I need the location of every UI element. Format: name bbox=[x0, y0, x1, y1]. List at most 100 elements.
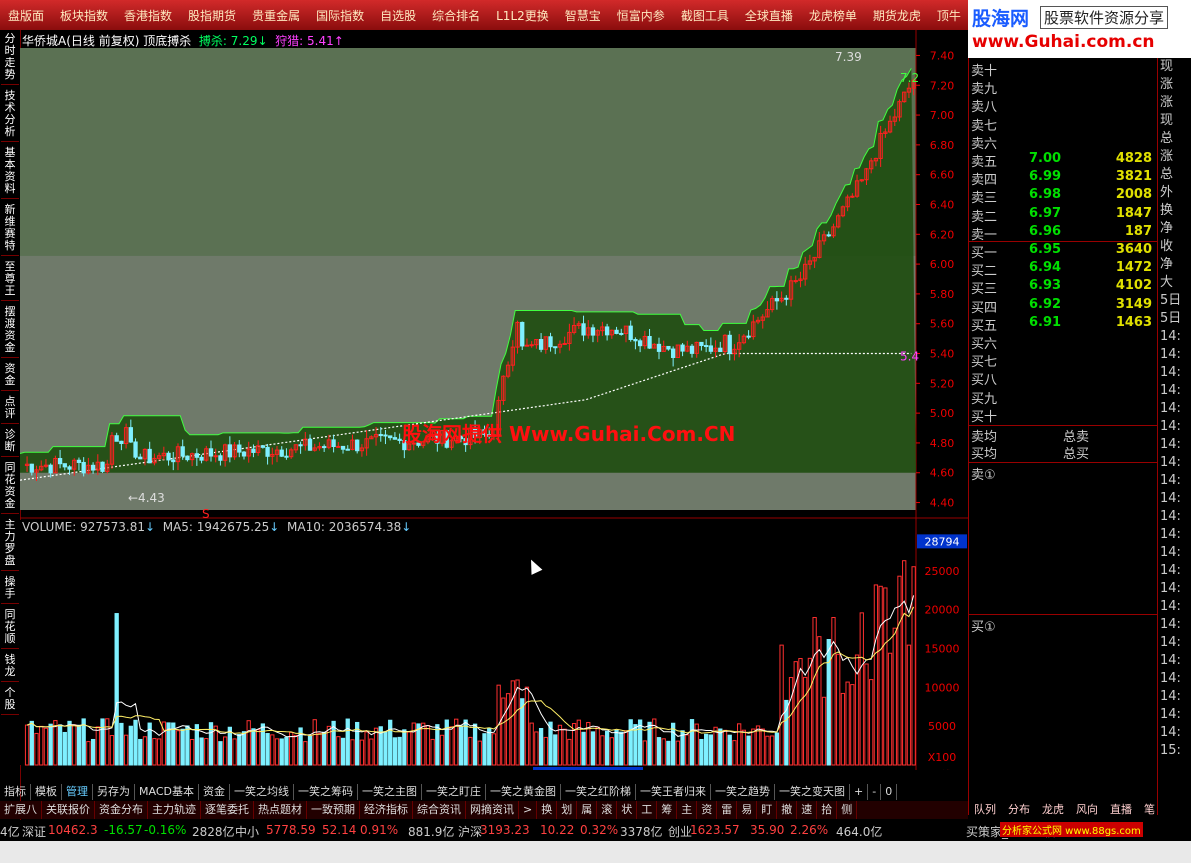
side-tab[interactable]: 直播 bbox=[1104, 801, 1138, 819]
left-nav-item[interactable]: 资金 bbox=[1, 360, 19, 391]
extension-tab[interactable]: 综合资讯 bbox=[413, 801, 466, 819]
indicator-tab[interactable]: 一笑之盯庄 bbox=[422, 784, 486, 800]
extension-tab[interactable]: 主力轨迹 bbox=[148, 801, 201, 819]
left-nav-item[interactable]: 分时走势 bbox=[1, 30, 19, 85]
top-menu-item[interactable]: 贵重金属 bbox=[244, 7, 308, 24]
extension-tab[interactable]: 网摘资讯 bbox=[466, 801, 519, 819]
extension-tab[interactable]: 关联报价 bbox=[42, 801, 95, 819]
left-nav-item[interactable]: 钱龙 bbox=[1, 651, 19, 682]
left-nav-item[interactable]: 同花顺 bbox=[1, 606, 19, 649]
tick-label: 涨 bbox=[1160, 149, 1174, 164]
indicator-tab[interactable]: 指标 bbox=[0, 784, 31, 800]
extension-tab[interactable]: 速 bbox=[797, 801, 818, 819]
candle-body bbox=[520, 321, 525, 347]
indicator-tab[interactable]: 一笑之趋势 bbox=[711, 784, 775, 800]
left-nav-item[interactable]: 基本资料 bbox=[1, 144, 19, 199]
volume-bar bbox=[718, 728, 723, 766]
extension-tab[interactable]: 资 bbox=[697, 801, 718, 819]
extension-tab[interactable]: 资金分布 bbox=[95, 801, 148, 819]
extension-tab[interactable]: 状 bbox=[617, 801, 638, 819]
order-label: 卖六 bbox=[971, 136, 998, 152]
top-menu-item[interactable]: 香港指数 bbox=[116, 7, 180, 24]
indicator-tab[interactable]: 一笑之主图 bbox=[358, 784, 422, 800]
top-menu-item[interactable]: 顶牛 bbox=[929, 7, 969, 24]
extension-tab[interactable]: 拾 bbox=[817, 801, 838, 819]
extension-tab[interactable]: 热点题材 bbox=[254, 801, 307, 819]
side-tab[interactable]: 队列 bbox=[968, 801, 1002, 819]
top-menu-item[interactable]: 股指期货 bbox=[180, 7, 244, 24]
side-tab[interactable]: 笔 bbox=[1138, 801, 1161, 819]
indicator-tab[interactable]: 一笑王者归来 bbox=[636, 784, 711, 800]
top-menu-item[interactable]: 自选股 bbox=[372, 7, 424, 24]
order-label: 卖四 bbox=[971, 173, 998, 189]
left-nav-item[interactable]: 新维赛特 bbox=[1, 201, 19, 256]
left-nav-item[interactable]: 同花资金 bbox=[1, 459, 19, 514]
extension-tab[interactable]: 属 bbox=[577, 801, 598, 819]
kline-chart[interactable]: 7.40 7.20 7.00 6.80 6.60 6.40 6.20 6.00 5.80 5.60… bbox=[20, 30, 968, 770]
left-nav-item[interactable]: 技术分析 bbox=[1, 87, 19, 142]
left-nav-item[interactable]: 个股 bbox=[1, 684, 19, 715]
extension-tab[interactable]: 主 bbox=[677, 801, 698, 819]
indicator-tab[interactable]: 一笑之均线 bbox=[230, 784, 294, 800]
status-item: 3378亿 bbox=[620, 825, 663, 839]
indicator-tab[interactable]: 另存为 bbox=[93, 784, 135, 800]
indicator-tab[interactable]: 管理 bbox=[62, 784, 93, 800]
left-nav-item[interactable]: 诊断 bbox=[1, 426, 19, 457]
indicator-tab[interactable]: - bbox=[868, 784, 882, 800]
extension-tab[interactable]: 侧 bbox=[837, 801, 858, 819]
extension-tab[interactable]: 雷 bbox=[717, 801, 738, 819]
top-menu-item[interactable]: 期货龙虎 bbox=[865, 7, 929, 24]
volume-bar bbox=[604, 730, 610, 766]
extension-tab[interactable]: 工 bbox=[637, 801, 658, 819]
extension-tab[interactable]: 筹 bbox=[657, 801, 678, 819]
indicator-tab[interactable]: 一笑之变天图 bbox=[775, 784, 850, 800]
indicator-tab[interactable]: 一笑之筹码 bbox=[294, 784, 358, 800]
left-nav-item[interactable]: 操手 bbox=[1, 573, 19, 604]
top-menu-item[interactable]: L1L2更换 bbox=[488, 7, 557, 24]
indicator-tab[interactable]: 模板 bbox=[31, 784, 62, 800]
volume-bar bbox=[538, 728, 544, 766]
left-nav-item[interactable]: 摆渡资金 bbox=[1, 303, 19, 358]
status-item: 3193.23 bbox=[480, 823, 530, 837]
indicator-tab[interactable]: 一笑之黄金图 bbox=[486, 784, 561, 800]
top-menu-item[interactable]: 恒富内参 bbox=[609, 7, 673, 24]
indicator-tab[interactable]: + bbox=[850, 784, 869, 800]
extension-tab[interactable]: 换 bbox=[537, 801, 558, 819]
side-tab[interactable]: 风向 bbox=[1070, 801, 1104, 819]
candle-body bbox=[100, 461, 105, 472]
top-menu-item[interactable]: 全球直播 bbox=[737, 7, 801, 24]
left-nav-item[interactable]: 至尊王 bbox=[1, 258, 19, 301]
indicator-tab[interactable]: 0 bbox=[881, 784, 898, 800]
extension-tab[interactable]: 撤 bbox=[777, 801, 798, 819]
top-menu-item[interactable]: 综合排名 bbox=[424, 7, 488, 24]
tick-label: 14: bbox=[1160, 635, 1181, 650]
order-label: 卖五 bbox=[971, 155, 998, 170]
side-tab[interactable]: 分布 bbox=[1002, 801, 1036, 819]
status-item: 2.26% bbox=[790, 823, 829, 837]
indicator-tab[interactable]: 一笑之红阶梯 bbox=[561, 784, 636, 800]
extension-tab[interactable]: > bbox=[519, 801, 538, 819]
extension-tab[interactable]: 经济指标 bbox=[360, 801, 413, 819]
extension-tab[interactable]: 一致预期 bbox=[307, 801, 360, 819]
top-menu-item[interactable]: 盘版面 bbox=[0, 7, 52, 24]
left-nav-item[interactable]: 主力罗盘 bbox=[1, 516, 19, 571]
extension-tab[interactable]: 逐笔委托 bbox=[201, 801, 254, 819]
left-nav-item[interactable]: 点评 bbox=[1, 393, 19, 424]
extension-tab[interactable]: 扩展八 bbox=[0, 801, 42, 819]
top-menu-item[interactable]: 智慧宝 bbox=[557, 7, 609, 24]
extension-tab[interactable]: 盯 bbox=[757, 801, 778, 819]
extension-tab[interactable]: 划 bbox=[557, 801, 578, 819]
candle-body bbox=[774, 298, 780, 302]
side-tab[interactable]: 龙虎 bbox=[1036, 801, 1070, 819]
extension-tab[interactable]: 易 bbox=[737, 801, 758, 819]
extension-tab[interactable]: 滚 bbox=[597, 801, 618, 819]
top-menu-item[interactable]: 龙虎榜单 bbox=[801, 7, 865, 24]
top-menu-item[interactable]: 截图工具 bbox=[673, 7, 737, 24]
tick-label: 14: bbox=[1160, 365, 1181, 380]
top-menu-item[interactable]: 板块指数 bbox=[52, 7, 116, 24]
tick-label: 14: bbox=[1160, 347, 1181, 362]
top-menu-item[interactable]: 国际指数 bbox=[308, 7, 372, 24]
indicator-tab[interactable]: 资金 bbox=[199, 784, 230, 800]
candle-body bbox=[298, 444, 303, 447]
indicator-tab[interactable]: MACD基本 bbox=[135, 784, 199, 800]
